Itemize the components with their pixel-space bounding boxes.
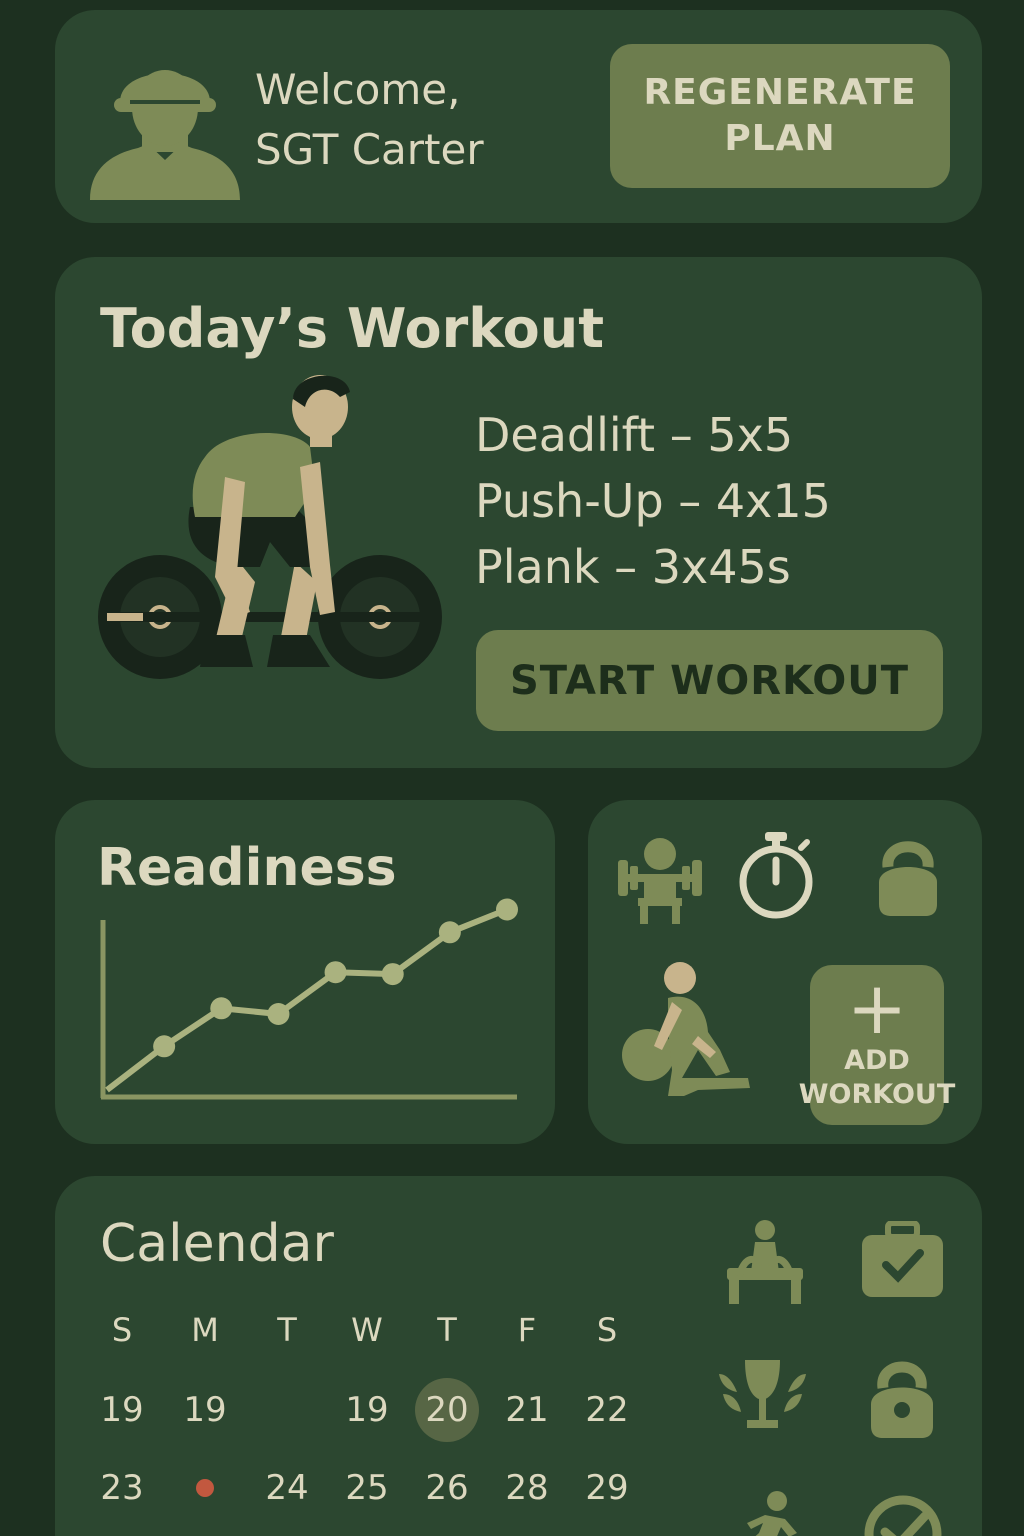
checklist-icon[interactable] [863,1494,943,1536]
readiness-point [324,961,347,984]
weekday-header: S [596,1311,618,1349]
calendar-day[interactable]: 19 [173,1378,237,1442]
user-name: SGT Carter [255,125,484,174]
calendar-card: Calendar S M T W T F S 19 19 19 20 21 22… [55,1176,982,1536]
calendar-day[interactable]: 19 [90,1378,154,1442]
weekday-header: M [191,1311,219,1349]
weekday-header: W [351,1311,383,1349]
readiness-point [210,997,233,1020]
event-dot [196,1479,214,1497]
weekday-header: T [437,1311,457,1349]
welcome-greeting: Welcome, [255,65,461,114]
calendar-day[interactable]: 22 [575,1378,639,1442]
bench-press-icon[interactable] [618,830,702,925]
weekday-header: F [517,1311,537,1349]
medical-kit-icon[interactable] [860,1221,945,1299]
kettlebell-icon[interactable] [873,832,943,917]
pull-up-icon[interactable] [725,1216,805,1306]
exercise-item: Plank – 3x45s [475,540,791,594]
add-workout-label-line1: ADD [844,1045,910,1076]
regenerate-label-line2: PLAN [724,118,836,159]
calendar-day[interactable]: 19 [335,1378,399,1442]
exercise-list: Deadlift – 5x5 Push-Up – 4x15 Plank – 3x… [475,402,831,600]
readiness-chart [100,898,518,1100]
soldier-avatar-icon [90,70,240,200]
readiness-point [438,921,461,944]
regenerate-plan-button[interactable]: REGENERATE PLAN [610,44,950,188]
exercise-item: Deadlift – 5x5 [475,408,794,462]
calendar-day[interactable]: 24 [255,1456,319,1520]
kettlebell-lunge-icon[interactable] [620,960,760,1105]
calendar-day-today[interactable]: 20 [415,1378,479,1442]
readiness-point [381,963,404,986]
welcome-message: Welcome, SGT Carter [255,60,484,180]
calendar-day[interactable]: 28 [495,1456,559,1520]
calendar-day[interactable]: 21 [495,1378,559,1442]
readiness-point [496,898,518,921]
stopwatch-icon[interactable] [735,832,817,920]
calendar-title: Calendar [100,1214,334,1274]
add-workout-button[interactable]: + ADD WORKOUT [799,965,955,1125]
plus-icon: + [846,966,908,1050]
readiness-point [267,1003,290,1025]
calendar-day[interactable]: 25 [335,1456,399,1520]
start-workout-button[interactable]: START WORKOUT [476,630,943,731]
exercise-item: Push-Up – 4x15 [475,474,831,528]
readiness-points [153,898,518,1058]
calendar-day[interactable]: 23 [90,1456,154,1520]
regenerate-label-line1: REGENERATE [643,72,917,113]
calendar-day[interactable]: 26 [415,1456,479,1520]
workout-title: Today’s Workout [100,297,605,360]
kettlebell-icon[interactable] [867,1354,937,1439]
weekday-header: T [277,1311,297,1349]
quick-actions-card: + ADD WORKOUT [588,800,982,1144]
welcome-card: Welcome, SGT Carter REGENERATE PLAN [55,10,982,223]
readiness-point [153,1035,176,1058]
add-workout-label-line2: WORKOUT [798,1079,956,1110]
trophy-icon[interactable] [715,1354,810,1439]
weekday-header: S [111,1311,133,1349]
calendar-day[interactable]: 29 [575,1456,639,1520]
deadlift-figure-icon [98,375,442,679]
todays-workout-card: Today’s Workout Deadlift – 5x5 Push-Up –… [55,257,982,768]
readiness-card: Readiness [55,800,555,1144]
runner-icon[interactable] [727,1489,807,1536]
